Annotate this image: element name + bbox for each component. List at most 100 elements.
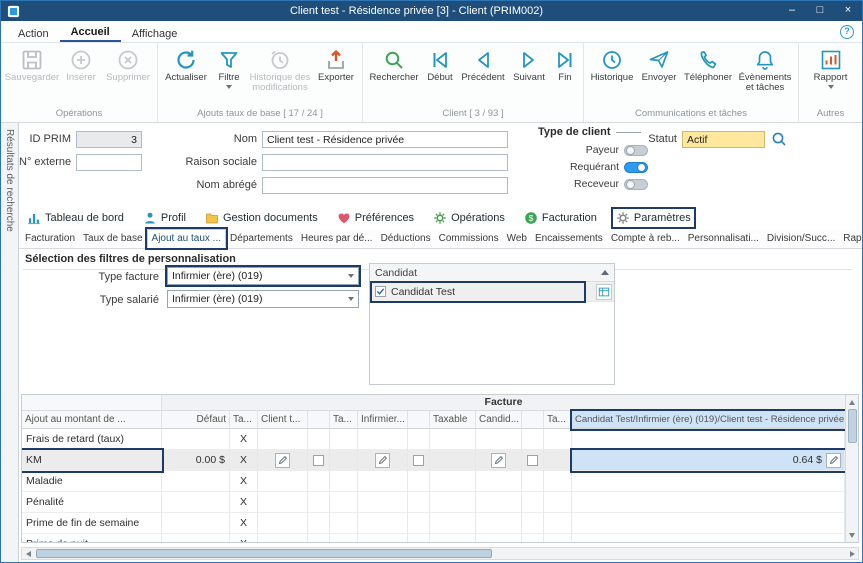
- insert-icon: [68, 47, 94, 73]
- subtab-compte-a-rebours[interactable]: Compte à reb...: [607, 230, 684, 247]
- client-taxable-checkbox[interactable]: [313, 455, 324, 466]
- column-header-defaut[interactable]: Défaut: [162, 411, 230, 429]
- tab-operations[interactable]: Opérations: [430, 209, 508, 227]
- column-header-spacer-1[interactable]: [308, 411, 330, 429]
- events-tasks-button[interactable]: Évènements et tâches: [735, 46, 795, 93]
- export-button[interactable]: Exporter: [313, 46, 359, 83]
- subtab-taux-de-base[interactable]: Taux de base: [79, 230, 147, 247]
- vertical-scrollbar[interactable]: [845, 395, 858, 542]
- column-header-taxable-3[interactable]: Taxable: [430, 411, 476, 429]
- first-record-button[interactable]: Début: [422, 46, 458, 83]
- id-prim-field[interactable]: [76, 131, 142, 148]
- send-button[interactable]: Envoyer: [637, 46, 681, 83]
- tab-tableau-de-bord[interactable]: Tableau de bord: [24, 209, 127, 227]
- phone-icon: [695, 47, 721, 73]
- subtab-encaissements[interactable]: Encaissements: [531, 230, 607, 247]
- km-rate-cell: 0.64 $: [572, 450, 845, 471]
- edit-km-rate-icon[interactable]: [826, 453, 841, 468]
- subtab-division-succursale[interactable]: Division/Succ...: [763, 230, 839, 247]
- horizontal-scrollbar-thumb[interactable]: [36, 549, 492, 558]
- requerant-toggle[interactable]: [624, 162, 648, 173]
- phone-button[interactable]: Téléphoner: [681, 46, 735, 83]
- candidat-checkbox[interactable]: [375, 286, 386, 297]
- type-facture-select[interactable]: Infirmier (ère) (019): [167, 267, 359, 285]
- candidat-column-header[interactable]: Candidat: [370, 264, 614, 282]
- table-row-prime-de-nuit[interactable]: Prime de nuit X: [22, 534, 845, 542]
- table-row-km[interactable]: KM 0.00 $ X 0.64 $: [22, 450, 845, 471]
- subtab-rapports[interactable]: Rapports: [839, 230, 863, 247]
- close-button[interactable]: ×: [834, 1, 862, 21]
- column-header-taxable-4[interactable]: Ta...: [544, 411, 572, 429]
- menu-tab-accueil[interactable]: Accueil: [60, 23, 121, 42]
- column-header-candidat-combo[interactable]: Candidat Test/Infirmier (ère) (019)/Clie…: [572, 411, 845, 429]
- refresh-button[interactable]: Actualiser: [161, 46, 211, 83]
- filter-button[interactable]: Filtre: [211, 46, 247, 89]
- scroll-right-icon[interactable]: [846, 548, 858, 559]
- profile-icon: [143, 211, 157, 225]
- subtab-deductions[interactable]: Déductions: [377, 230, 435, 247]
- tab-preferences[interactable]: Préférences: [334, 209, 417, 227]
- column-header-ajout-au-montant[interactable]: Ajout au montant de ...: [22, 411, 162, 429]
- history-button[interactable]: Historique: [587, 46, 637, 83]
- scroll-up-icon[interactable]: [846, 396, 858, 408]
- column-header-spacer-2[interactable]: [408, 411, 430, 429]
- statut-field[interactable]: [682, 131, 765, 148]
- edit-infirmier-value-icon[interactable]: [375, 453, 390, 468]
- nom-abrege-field[interactable]: [262, 177, 508, 194]
- edit-client-value-icon[interactable]: [275, 453, 290, 468]
- report-button[interactable]: Rapport: [808, 46, 854, 89]
- subtab-facturation[interactable]: Facturation: [21, 230, 79, 247]
- search-button[interactable]: Rechercher: [366, 46, 422, 83]
- maximize-button[interactable]: □: [806, 1, 834, 21]
- menu-tab-action[interactable]: Action: [7, 25, 60, 42]
- edit-candidat-value-icon[interactable]: [491, 453, 506, 468]
- next-record-button[interactable]: Suivant: [508, 46, 550, 83]
- id-prim-label: ID PRIM: [21, 131, 71, 148]
- nom-field[interactable]: [262, 131, 508, 148]
- column-header-spacer-3[interactable]: [522, 411, 544, 429]
- column-header-client[interactable]: Client t...: [258, 411, 308, 429]
- minimize-button[interactable]: –: [778, 1, 806, 21]
- vertical-scrollbar-thumb[interactable]: [848, 409, 857, 443]
- subtab-personnalisation[interactable]: Personnalisati...: [684, 230, 763, 247]
- delete-button[interactable]: Supprimer: [102, 46, 154, 83]
- subtab-commissions[interactable]: Commissions: [435, 230, 503, 247]
- last-record-button[interactable]: Fin: [550, 46, 580, 83]
- subtab-ajout-au-taux[interactable]: Ajout au taux ...: [147, 229, 227, 248]
- candidat-taxable-checkbox[interactable]: [527, 455, 538, 466]
- insert-button[interactable]: Insérer: [60, 46, 102, 83]
- menu-tab-affichage[interactable]: Affichage: [121, 25, 189, 42]
- column-header-candidat[interactable]: Candid...: [476, 411, 522, 429]
- subtab-web[interactable]: Web: [503, 230, 531, 247]
- tab-gestion-documents[interactable]: Gestion documents: [202, 209, 321, 227]
- subtab-heures-par-departement[interactable]: Heures par dé...: [297, 230, 377, 247]
- table-row-frais-de-retard[interactable]: Frais de retard (taux) X: [22, 429, 845, 450]
- receveur-toggle[interactable]: [624, 179, 648, 190]
- statut-search-icon[interactable]: [770, 130, 788, 148]
- help-icon[interactable]: ?: [840, 25, 854, 39]
- column-header-taxable-1[interactable]: Ta...: [230, 411, 258, 429]
- subtab-departements[interactable]: Départements: [226, 230, 297, 247]
- type-salarie-select[interactable]: Infirmier (ère) (019): [167, 290, 359, 308]
- tab-parametres[interactable]: Paramètres: [613, 209, 694, 227]
- history-modifications-button[interactable]: Historique des modifications: [247, 46, 313, 93]
- column-header-taxable-2[interactable]: Ta...: [330, 411, 358, 429]
- no-externe-field[interactable]: [76, 154, 142, 171]
- chevron-down-icon: [828, 85, 834, 89]
- scroll-down-icon[interactable]: [846, 529, 858, 541]
- scroll-left-icon[interactable]: [22, 548, 34, 559]
- table-row-penalite[interactable]: Pénalité X: [22, 492, 845, 513]
- column-header-infirmier[interactable]: Infirmier...: [358, 411, 408, 429]
- table-row-prime-fin-semaine[interactable]: Prime de fin de semaine X: [22, 513, 845, 534]
- tab-profil[interactable]: Profil: [140, 209, 189, 227]
- horizontal-scrollbar[interactable]: [21, 547, 859, 560]
- candidat-row[interactable]: Candidat Test: [370, 282, 614, 302]
- raison-sociale-field[interactable]: [262, 154, 508, 171]
- grid-layout-icon[interactable]: [596, 284, 612, 300]
- infirmier-taxable-checkbox[interactable]: [413, 455, 424, 466]
- table-row-maladie[interactable]: Maladie X: [22, 471, 845, 492]
- search-results-panel-tab[interactable]: Résultats de recherche: [1, 123, 19, 562]
- previous-record-button[interactable]: Précédent: [458, 46, 508, 83]
- tab-facturation[interactable]: $ Facturation: [521, 209, 600, 227]
- save-button[interactable]: Sauvegarder: [4, 46, 60, 83]
